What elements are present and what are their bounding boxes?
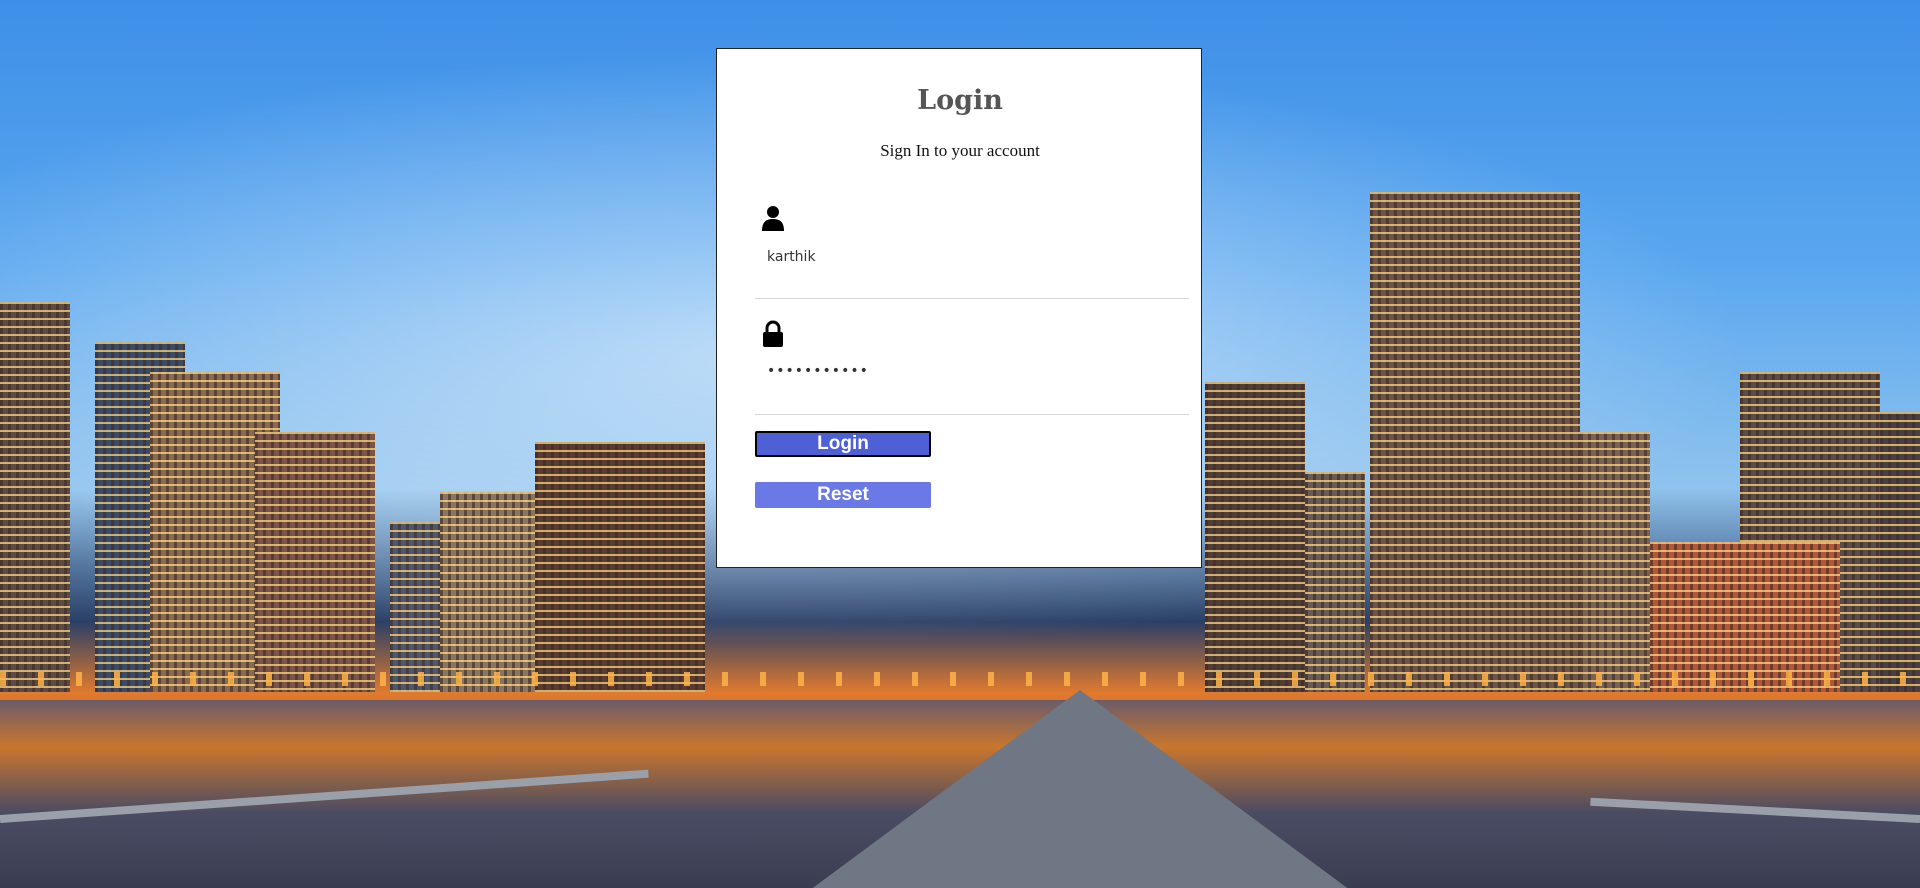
lock-icon [761,319,785,349]
page-title: Login [917,85,1003,116]
building [0,302,70,692]
building [1305,472,1365,692]
building [1650,542,1840,692]
building [1880,412,1920,692]
building [1370,192,1580,692]
password-field[interactable]: ••••••••••• [755,319,1189,415]
building [255,432,375,692]
building [1205,382,1305,692]
reset-button[interactable]: Reset [755,482,931,508]
building [1580,432,1650,692]
username-input[interactable]: karthik [767,249,816,265]
user-icon [761,203,785,233]
building [440,492,540,692]
password-input[interactable]: ••••••••••• [767,363,869,379]
login-card: Login Sign In to your account karthik ••… [716,48,1202,568]
login-subtitle: Sign In to your account [880,141,1040,160]
username-field[interactable]: karthik [755,203,1189,299]
building [535,442,705,692]
pier [810,690,1350,888]
waterfront-lights [0,672,1920,686]
login-button[interactable]: Login [755,431,931,457]
building [390,522,440,692]
